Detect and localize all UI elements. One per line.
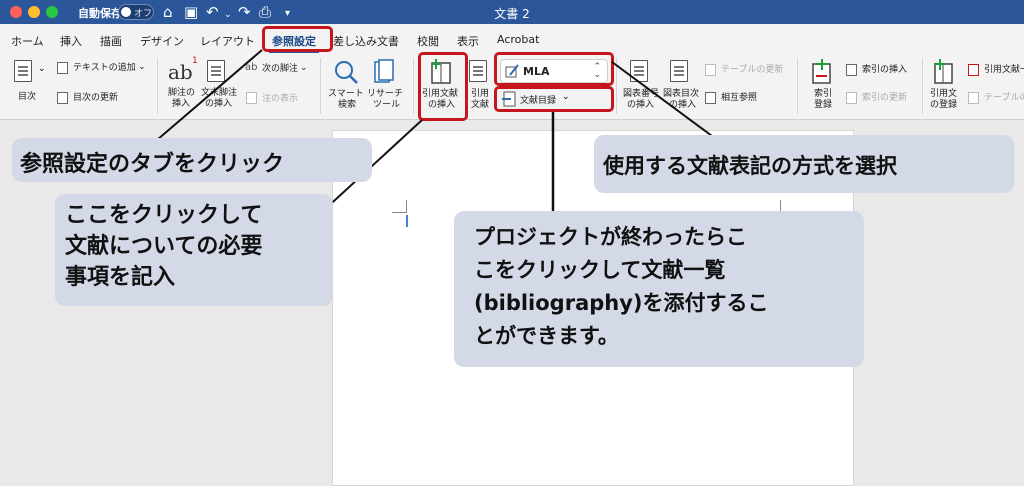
ribbon-separator (320, 58, 321, 114)
mark-citation-label-1[interactable]: 引用文 (930, 89, 957, 100)
update-table-2-button[interactable]: テーブルの (984, 93, 1024, 104)
tab-home[interactable]: ホーム (11, 33, 44, 49)
update-toc-button[interactable]: 目次の更新 (73, 93, 118, 104)
insert-footnote-icon[interactable]: ab (168, 60, 193, 84)
ribbon-separator (413, 58, 414, 114)
callout-insert-citation-line-1: ここをクリックして (65, 203, 263, 228)
researcher-label-2[interactable]: ツール (373, 100, 400, 111)
tab-mailings[interactable]: 差し込み文書 (333, 33, 399, 49)
smart-lookup-label-1[interactable]: スマート (328, 89, 364, 100)
callout-references-tab-text: 参照設定のタブをクリック (20, 152, 285, 177)
show-notes-button[interactable]: 注の表示 (262, 94, 298, 105)
mark-entry-label-1[interactable]: 索引 (814, 89, 832, 100)
callout-bibliography: プロジェクトが終わったらこ こをクリックして文献一覧 (bibliography… (454, 211, 864, 367)
references-tab-highlight (262, 26, 333, 52)
tab-draw[interactable]: 描画 (100, 33, 122, 49)
ribbon-separator (922, 58, 923, 114)
next-footnote-dropdown-icon[interactable]: ⌄ (300, 63, 308, 74)
smart-lookup-icon[interactable] (333, 59, 359, 85)
callout-citation-style: 使用する文献表記の方式を選択 (594, 135, 1014, 193)
insert-caption-label-1[interactable]: 図表番号 (623, 89, 659, 100)
add-text-icon (57, 62, 68, 74)
insert-endnote-icon[interactable] (207, 60, 225, 82)
show-notes-icon (246, 92, 257, 104)
tab-acrobat[interactable]: Acrobat (497, 33, 539, 46)
callout-insert-citation: ここをクリックして 文献についての必要 事項を記入 (55, 194, 333, 306)
smart-lookup-label-2[interactable]: 検索 (338, 100, 356, 111)
insert-footnote-label-2[interactable]: 挿入 (172, 99, 190, 110)
document-title: 文書 2 (494, 7, 530, 21)
insert-index-button[interactable]: 索引の挿入 (862, 65, 907, 76)
ribbon-separator (616, 58, 617, 114)
text-cursor (406, 215, 408, 227)
tab-design[interactable]: デザイン (140, 33, 184, 49)
callout-bibliography-line-1: プロジェクトが終わったらこ (474, 225, 747, 249)
ribbon-tabs: ホーム 挿入 描画 デザイン レイアウト 参照設定 差し込み文書 校閲 表示 A… (0, 24, 1024, 54)
callout-bibliography-line-2: こをクリックして文献一覧 (474, 258, 726, 282)
callout-bibliography-line-4: とができます。 (474, 324, 619, 348)
tab-insert[interactable]: 挿入 (60, 33, 82, 49)
next-footnote-button[interactable]: 次の脚注 (262, 64, 298, 75)
citation-style-highlight (494, 52, 614, 86)
update-table-2-icon (968, 92, 979, 104)
crop-mark (406, 200, 407, 213)
researcher-label-1[interactable]: リサーチ (367, 89, 403, 100)
add-text-dropdown-icon[interactable]: ⌄ (138, 62, 146, 73)
update-index-icon (846, 92, 857, 104)
insert-index-icon (846, 64, 857, 76)
citations-label-1[interactable]: 引用 (471, 89, 489, 100)
table-of-figures-label-2[interactable]: の挿入 (669, 100, 696, 111)
insert-table-of-authorities-icon (968, 64, 979, 76)
callout-references-tab: 参照設定のタブをクリック (12, 138, 372, 182)
insert-caption-icon[interactable] (630, 60, 648, 82)
callout-bibliography-line-3: (bibliography)を添付するこ (474, 291, 769, 315)
insert-footnote-label-1[interactable]: 脚注の (168, 88, 195, 99)
toc-dropdown-icon[interactable]: ⌄ (38, 64, 46, 74)
tab-layout[interactable]: レイアウト (200, 33, 255, 49)
add-text-button[interactable]: テキストの追加 (73, 63, 136, 74)
next-footnote-icon: ab (245, 62, 258, 73)
table-of-figures-icon[interactable] (670, 60, 688, 82)
crop-mark (392, 212, 406, 213)
callout-insert-citation-line-3: 事項を記入 (65, 265, 176, 290)
update-table-button[interactable]: テーブルの更新 (721, 65, 783, 76)
cross-reference-icon (705, 92, 716, 104)
table-of-contents-icon[interactable] (14, 60, 32, 82)
bibliography-highlight (494, 86, 614, 112)
ribbon-separator (157, 58, 158, 114)
citations-label-2[interactable]: 文献 (471, 100, 489, 111)
researcher-icon[interactable] (372, 59, 396, 85)
callout-citation-style-text: 使用する文献表記の方式を選択 (603, 154, 897, 178)
citations-icon[interactable] (469, 60, 487, 82)
mark-entry-icon[interactable] (810, 59, 834, 85)
insert-caption-label-2[interactable]: の挿入 (627, 100, 654, 111)
footnote-superscript-icon: 1 (192, 56, 198, 66)
mark-entry-label-2[interactable]: 登録 (814, 100, 832, 111)
insert-citation-highlight (418, 52, 468, 121)
insert-table-of-authorities-button[interactable]: 引用文献一 (984, 65, 1024, 76)
mark-citation-icon[interactable] (932, 59, 956, 85)
tab-review[interactable]: 校閲 (417, 33, 439, 49)
mark-citation-label-2[interactable]: の登録 (930, 100, 957, 111)
toc-button-label[interactable]: 目次 (18, 92, 36, 103)
insert-endnote-label-2[interactable]: の挿入 (205, 99, 232, 110)
callout-insert-citation-line-2: 文献についての必要 (65, 234, 263, 259)
cross-reference-button[interactable]: 相互参照 (721, 93, 757, 104)
update-toc-icon (57, 92, 68, 104)
update-table-icon (705, 64, 716, 76)
title-bar: 自動保存 オフ ⌂ ▣ ↶ ⌄ ↷ ⎙ ▾ 文書 2 (0, 0, 1024, 24)
update-index-button[interactable]: 索引の更新 (862, 93, 907, 104)
tab-view[interactable]: 表示 (457, 33, 479, 49)
ribbon-separator (797, 58, 798, 114)
insert-endnote-label-1[interactable]: 文末脚注 (201, 88, 237, 99)
table-of-figures-label-1[interactable]: 図表目次 (663, 89, 699, 100)
